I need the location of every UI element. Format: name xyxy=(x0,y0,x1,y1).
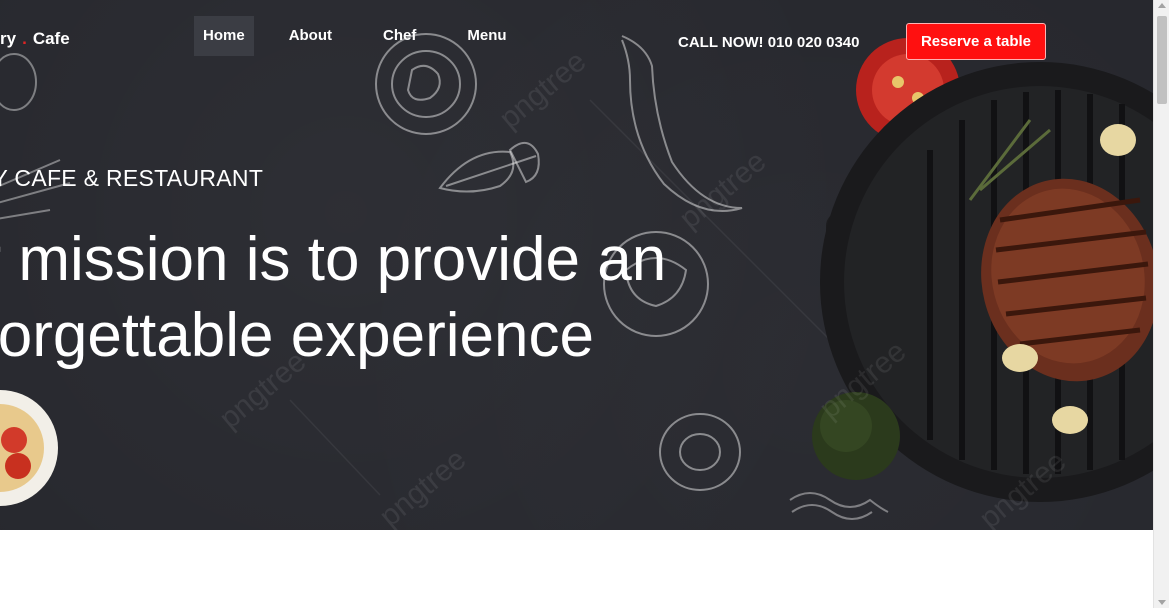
nav-menu[interactable]: Menu xyxy=(458,16,515,56)
watermark-text: pngtree xyxy=(493,45,592,136)
headline-line-2: nforgettable experience xyxy=(0,301,595,370)
hero-section: pngtree pngtree pngtree pngtree pngtree … xyxy=(0,0,1153,530)
logo-text-left: ry xyxy=(0,29,17,48)
nav-about[interactable]: About xyxy=(280,16,341,56)
logo-dot: . xyxy=(22,29,27,48)
plate-photo xyxy=(0,390,58,506)
watermark-text: pngtree xyxy=(673,145,772,236)
logo-text-right: Cafe xyxy=(32,29,70,48)
vegetable-sketch-icon xyxy=(0,53,71,220)
call-now-text: CALL NOW! 010 020 0340 xyxy=(678,34,860,51)
hero-headline: ur mission is to provide an nforgettable… xyxy=(0,222,666,374)
scroll-up-icon[interactable] xyxy=(1158,3,1166,8)
site-logo[interactable]: ry. Cafe xyxy=(0,29,70,49)
leaf-sketch-icon xyxy=(438,142,540,193)
headline-line-1: ur mission is to provide an xyxy=(0,225,667,294)
watermark-text: pngtree xyxy=(373,443,472,530)
hero-subtitle: RY CAFE & RESTAURANT xyxy=(0,165,264,191)
main-nav: Home About Chef Menu xyxy=(194,16,516,56)
nav-chef[interactable]: Chef xyxy=(374,16,425,56)
vertical-scrollbar[interactable] xyxy=(1153,0,1169,608)
scroll-down-icon[interactable] xyxy=(1158,600,1166,605)
scrollbar-thumb[interactable] xyxy=(1157,16,1167,104)
onion-sketch-icon xyxy=(659,413,741,491)
reserve-table-button[interactable]: Reserve a table xyxy=(906,23,1046,60)
pasta-sketch-icon xyxy=(789,492,889,520)
nav-home[interactable]: Home xyxy=(194,16,254,56)
